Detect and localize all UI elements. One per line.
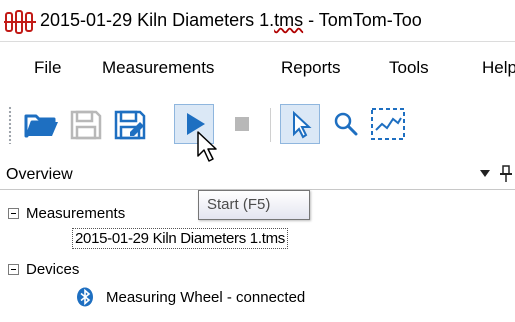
menu-tools[interactable]: Tools xyxy=(389,58,429,78)
select-pointer-icon xyxy=(293,110,312,139)
chevron-down-icon[interactable] xyxy=(480,170,490,178)
toolbar-grip[interactable] xyxy=(8,106,12,144)
save-as-button[interactable] xyxy=(110,104,150,144)
stop-disabled-icon xyxy=(235,117,249,131)
menu-bar: File Measurements Reports Tools Help xyxy=(0,52,515,86)
measurement-file-label: 2015-01-29 Kiln Diameters 1.tms xyxy=(72,228,288,249)
toolbar xyxy=(0,96,515,158)
menu-reports[interactable]: Reports xyxy=(281,58,341,78)
window-title-suffix: - TomTom-Too xyxy=(303,10,422,30)
tree-item-measurement-file[interactable]: 2015-01-29 Kiln Diameters 1.tms xyxy=(72,228,288,254)
overview-panel-title: Overview xyxy=(6,166,73,183)
bluetooth-icon xyxy=(77,287,93,307)
save-disabled-icon xyxy=(70,110,102,140)
title-bar: 2015-01-29 Kiln Diameters 1.tms - TomTom… xyxy=(0,0,515,42)
tree-label-measurements: Measurements xyxy=(26,205,126,222)
collapse-icon[interactable] xyxy=(8,208,19,219)
select-tool-button[interactable] xyxy=(280,104,320,144)
collapse-icon[interactable] xyxy=(8,264,19,275)
start-tooltip: Start (F5) xyxy=(198,190,310,220)
window-title: 2015-01-29 Kiln Diameters 1.tms - TomTom… xyxy=(40,10,422,31)
overview-panel-header: Overview xyxy=(0,160,515,190)
menu-help[interactable]: Help xyxy=(482,58,515,78)
tree-label-devices: Devices xyxy=(26,261,80,278)
zoom-icon xyxy=(334,112,358,136)
menu-measurements[interactable]: Measurements xyxy=(102,58,214,78)
zoom-button[interactable] xyxy=(326,104,366,144)
chart-selection-button[interactable] xyxy=(368,104,408,144)
window-title-ext: tms xyxy=(274,10,304,30)
open-folder-icon xyxy=(24,114,58,138)
pin-icon[interactable] xyxy=(500,165,512,183)
device-label: Measuring Wheel - connected xyxy=(106,289,306,306)
chart-selection-icon xyxy=(371,108,405,140)
open-button[interactable] xyxy=(22,104,62,144)
save-as-icon xyxy=(114,110,146,140)
tomtom-app-icon xyxy=(4,10,36,34)
window-title-prefix: 2015-01-29 Kiln Diameters 1. xyxy=(40,10,275,30)
mouse-cursor-icon xyxy=(197,131,217,162)
toolbar-separator xyxy=(270,108,271,142)
menu-file[interactable]: File xyxy=(34,58,61,78)
tree-item-device[interactable]: Measuring Wheel - connected xyxy=(76,287,396,311)
save-button[interactable] xyxy=(66,104,106,144)
stop-button[interactable] xyxy=(222,104,262,144)
